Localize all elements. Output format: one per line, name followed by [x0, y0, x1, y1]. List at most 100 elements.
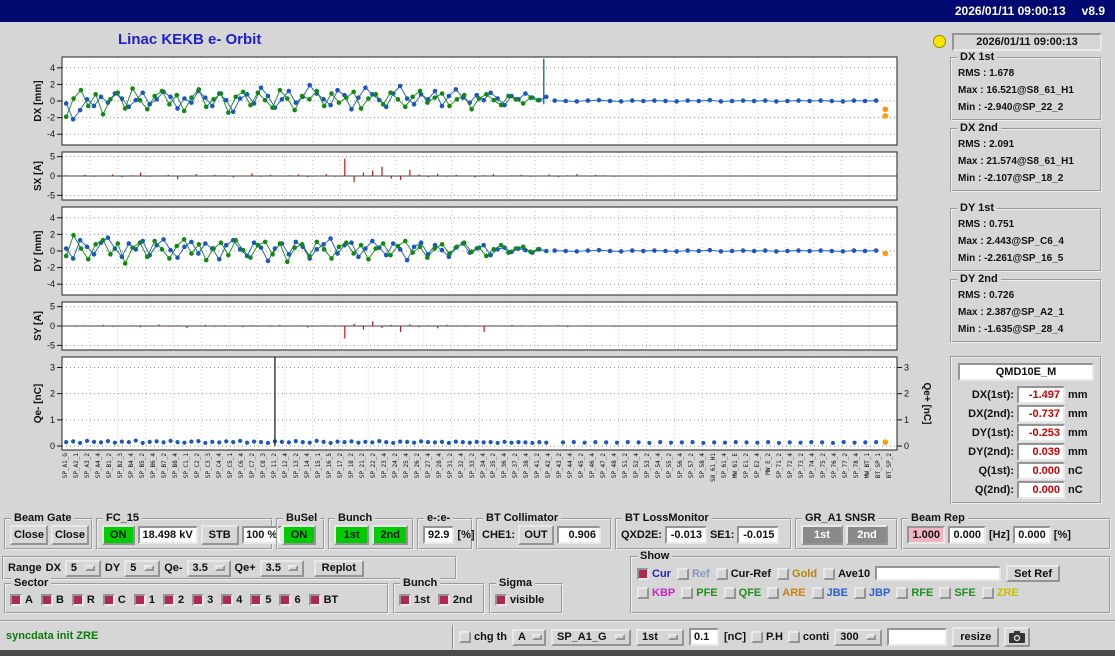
bpm-label: SP_C5_1: [226, 453, 234, 479]
ref-name-input[interactable]: [875, 566, 1002, 581]
checkbox[interactable]: [308, 593, 321, 606]
qmd-row-unit: mm: [1068, 445, 1088, 458]
checkbox[interactable]: [723, 587, 736, 599]
dx-range-select[interactable]: 5: [64, 559, 101, 577]
sector-option-1[interactable]: 1: [133, 593, 155, 606]
checkbox[interactable]: [459, 631, 471, 643]
chg-th-checkbox[interactable]: chg th: [459, 631, 507, 643]
dy-range-select[interactable]: 5: [124, 559, 161, 577]
show-option-rfe[interactable]: RFE: [896, 587, 933, 599]
threshold-input[interactable]: [689, 628, 719, 646]
busel-on-button[interactable]: ON: [282, 525, 316, 545]
checkbox[interactable]: [279, 593, 292, 606]
bpm-label: SP_B6_4: [149, 453, 157, 479]
bunch-option-1st[interactable]: 1st: [399, 593, 430, 606]
checkbox[interactable]: [71, 593, 84, 606]
fc15-on-button[interactable]: ON: [102, 525, 135, 545]
charge-ratio-unit: [%]: [457, 529, 475, 541]
repeat-count-select[interactable]: 300: [834, 628, 883, 646]
checkbox[interactable]: [939, 587, 952, 599]
bunch-1st-button[interactable]: 1st: [334, 525, 370, 545]
bunch-option-2nd[interactable]: 2nd: [437, 593, 473, 606]
beam-gate-close-button-2[interactable]: Close: [51, 525, 89, 545]
beam-gate-close-button-1[interactable]: Close: [10, 525, 48, 545]
checkbox[interactable]: [767, 587, 780, 599]
sector-option-a[interactable]: A: [10, 593, 33, 606]
bpm-select[interactable]: SP_A1_G: [551, 628, 631, 646]
show-option-ave10[interactable]: Ave10: [823, 567, 870, 580]
show-option-cur-ref[interactable]: Cur-Ref: [715, 567, 771, 580]
conti-checkbox[interactable]: conti: [787, 631, 829, 643]
sector-option-5[interactable]: 5: [250, 593, 272, 606]
sector-option-3[interactable]: 3: [192, 593, 213, 606]
checkbox[interactable]: [715, 567, 728, 580]
ph-checkbox[interactable]: P.H: [751, 631, 783, 643]
bunch-number-select[interactable]: 1st: [636, 628, 684, 646]
snsr-1st-button[interactable]: 1st: [801, 525, 843, 545]
snsr-2nd-button[interactable]: 2nd: [846, 525, 888, 545]
checkbox-label: Cur: [652, 567, 671, 580]
replot-button[interactable]: Replot: [313, 559, 364, 577]
checkbox[interactable]: [637, 587, 649, 599]
screenshot-button[interactable]: [1004, 627, 1031, 647]
checkbox[interactable]: [896, 587, 909, 599]
checkbox[interactable]: [10, 593, 22, 606]
sector-option-bt[interactable]: BT: [308, 593, 338, 606]
dy-1st-rms: RMS : 0.751: [958, 219, 1015, 230]
fc15-stb-button[interactable]: STB: [200, 525, 239, 545]
checkbox[interactable]: [777, 567, 790, 580]
checkbox-label: 2nd: [452, 593, 473, 606]
show-option-qfe[interactable]: QFE: [723, 587, 761, 599]
qe-range-select[interactable]: 3.5: [186, 559, 231, 577]
dy-1st-stats-label: DY 1st: [957, 202, 998, 215]
checkbox[interactable]: [751, 631, 763, 643]
svg-text:-2: -2: [47, 113, 55, 123]
checkbox[interactable]: [676, 567, 689, 580]
show-option-zre[interactable]: ZRE: [981, 587, 1019, 599]
sector-option-b[interactable]: B: [40, 593, 64, 606]
checkbox[interactable]: [787, 631, 800, 643]
bpm-label: SP_42_4: [545, 453, 553, 479]
bpm-label: SP_12_4: [281, 453, 289, 479]
sector-option-2[interactable]: 2: [162, 593, 184, 606]
sector-a-select[interactable]: A: [512, 628, 546, 646]
checkbox[interactable]: [853, 587, 866, 599]
show-option-kbp[interactable]: KBP: [637, 587, 675, 599]
checkbox[interactable]: [133, 593, 146, 606]
checkbox[interactable]: [823, 567, 836, 580]
checkbox[interactable]: [40, 593, 53, 606]
show-option-cur[interactable]: Cur: [637, 567, 671, 580]
show-option-gold[interactable]: Gold: [777, 567, 817, 580]
qep-range-select[interactable]: 3.5: [259, 559, 304, 577]
resize-button[interactable]: resize: [952, 627, 1000, 647]
checkbox[interactable]: [192, 593, 205, 606]
checkbox-label: 5: [265, 593, 272, 606]
free-text-input[interactable]: [887, 628, 948, 646]
checkbox[interactable]: [811, 587, 824, 599]
show-option-ref[interactable]: Ref: [676, 567, 710, 580]
dx-1st-rms: RMS : 1.678: [958, 68, 1015, 79]
sector-option-4[interactable]: 4: [221, 593, 242, 606]
checkbox[interactable]: [495, 593, 507, 606]
sector-option-c[interactable]: C: [102, 593, 126, 606]
checkbox[interactable]: [981, 587, 994, 599]
show-option-are[interactable]: ARE: [767, 587, 806, 599]
che1-out-button[interactable]: OUT: [518, 525, 555, 545]
checkbox[interactable]: [437, 593, 450, 606]
checkbox[interactable]: [102, 593, 115, 606]
checkbox[interactable]: [221, 593, 234, 606]
show-option-jbe[interactable]: JBE: [811, 587, 848, 599]
set-ref-button[interactable]: Set Ref: [1006, 565, 1061, 582]
sector-option-r[interactable]: R: [71, 593, 95, 606]
checkbox[interactable]: [162, 593, 175, 606]
checkbox[interactable]: [250, 593, 263, 606]
show-option-pfe[interactable]: PFE: [681, 587, 718, 599]
sector-option-6[interactable]: 6: [279, 593, 301, 606]
checkbox[interactable]: [399, 593, 411, 606]
checkbox[interactable]: [637, 567, 649, 580]
sigma-option-visible[interactable]: visible: [495, 593, 544, 606]
checkbox[interactable]: [681, 587, 694, 599]
bunch-2nd-button[interactable]: 2nd: [372, 525, 408, 545]
show-option-sfe[interactable]: SFE: [939, 587, 976, 599]
show-option-jbp[interactable]: JBP: [853, 587, 890, 599]
